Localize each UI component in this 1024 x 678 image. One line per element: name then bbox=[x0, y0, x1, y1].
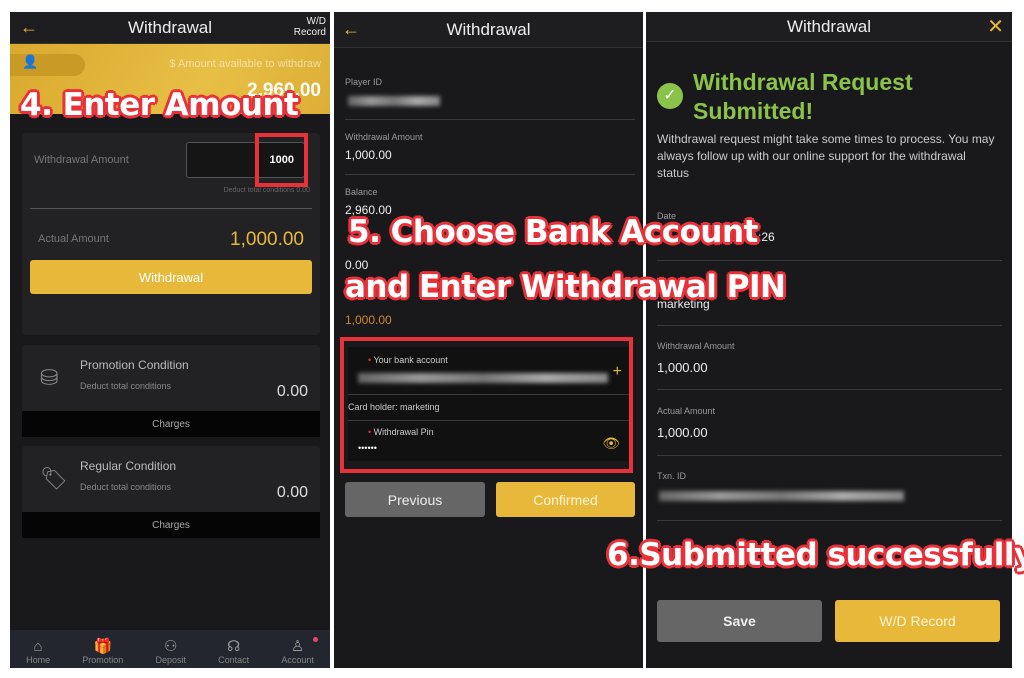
nav-label: Home bbox=[26, 655, 51, 665]
condition-title: Promotion Condition bbox=[80, 358, 189, 372]
nav-label: Deposit bbox=[155, 655, 186, 665]
annotation-box-amount bbox=[255, 133, 308, 187]
confirm-button[interactable]: Confirmed bbox=[496, 482, 635, 517]
page-title: Withdrawal bbox=[446, 19, 531, 39]
withdrawal-amount-label: Withdrawal Amount bbox=[657, 341, 735, 351]
withdrawal-amount-label: Withdrawal Amount bbox=[34, 154, 129, 166]
header: Withdrawal ✕ bbox=[646, 12, 1012, 42]
actual-amount-label: Actual Amount bbox=[38, 233, 109, 245]
user-icon: ♙ bbox=[290, 638, 305, 655]
nav-label: Account bbox=[281, 655, 314, 665]
previous-button[interactable]: Previous bbox=[345, 482, 485, 517]
annotation-box-bank bbox=[340, 337, 633, 473]
notification-dot bbox=[312, 637, 318, 642]
deduct-note: Deduct total conditions 0.00 bbox=[223, 187, 310, 194]
record-line1: W/D bbox=[306, 16, 326, 27]
withdrawal-amount-value: 1,000.00 bbox=[345, 148, 392, 162]
page-title: Withdrawal bbox=[127, 17, 213, 37]
condition-subtitle: Deduct total conditions bbox=[80, 381, 172, 391]
actual-amount-value: 1,000.00 bbox=[345, 313, 392, 327]
user-icon: 👤 bbox=[22, 54, 39, 69]
nav-label: Promotion bbox=[82, 655, 124, 665]
condition-value: 0.00 bbox=[276, 383, 308, 400]
annotation-step6: 6.Submitted successfully bbox=[607, 537, 1024, 573]
player-id-label: Player ID bbox=[345, 77, 383, 87]
gift-icon: 🎁 bbox=[93, 638, 113, 655]
tag-icon: 🏷 bbox=[40, 466, 68, 491]
back-arrow-icon[interactable]: ← bbox=[342, 19, 360, 40]
coins-dollar-icon: ⛁ bbox=[40, 365, 59, 390]
condition-title: Regular Condition bbox=[80, 459, 177, 473]
actual-amount-label: Actual Amount bbox=[657, 406, 716, 416]
close-icon[interactable]: ✕ bbox=[987, 14, 1004, 39]
home-icon: ⌂ bbox=[33, 638, 43, 655]
charges-button[interactable]: Charges bbox=[22, 512, 320, 538]
page-title: Withdrawal bbox=[786, 16, 872, 36]
nav-home[interactable]: ⌂ Home bbox=[26, 638, 50, 665]
wd-record-link[interactable]: W/D Record bbox=[294, 16, 326, 38]
nav-contact[interactable]: ☊ Contact bbox=[218, 637, 249, 665]
regular-condition-card: 🏷 Regular Condition Deduct total conditi… bbox=[22, 446, 320, 538]
charges-button[interactable]: Charges bbox=[22, 411, 320, 437]
success-title-line2: Submitted! bbox=[693, 98, 814, 124]
condition-value: 0.00 bbox=[276, 484, 308, 501]
deposit-icon: ⚇ bbox=[164, 638, 178, 655]
txn-id-value-blurred bbox=[659, 491, 904, 501]
success-title-line1: Withdrawal Request bbox=[693, 69, 913, 95]
nav-account[interactable]: ♙ Account bbox=[281, 637, 318, 665]
header: ← Withdrawal bbox=[334, 12, 643, 48]
promotion-condition-card: ⛁ Promotion Condition Deduct total condi… bbox=[22, 345, 320, 437]
annotation-step4: 4. Enter Amount bbox=[20, 87, 299, 123]
user-pill: 👤 bbox=[10, 54, 85, 76]
annotation-step5-line1: 5. Choose Bank Account bbox=[348, 214, 758, 250]
nav-label: Contact bbox=[218, 655, 250, 665]
wd-record-button[interactable]: W/D Record bbox=[835, 600, 1000, 642]
condition-subtitle: Deduct total conditions bbox=[80, 482, 172, 492]
available-label: $ Amount available to withdraw bbox=[169, 58, 321, 70]
success-message: Withdrawal request might take some times… bbox=[657, 132, 995, 180]
balance-label: Balance bbox=[345, 187, 378, 197]
withdrawal-amount-value: 1,000.00 bbox=[657, 360, 708, 375]
nav-promotion[interactable]: 🎁 Promotion bbox=[82, 637, 123, 665]
success-check-icon: ✓ bbox=[657, 83, 683, 109]
withdrawal-button[interactable]: Withdrawal bbox=[30, 260, 312, 294]
withdrawal-amount-label: Withdrawal Amount bbox=[345, 132, 423, 142]
actual-amount-value: 1,000.00 bbox=[230, 229, 304, 250]
header: ← Withdrawal W/D Record bbox=[10, 12, 330, 44]
nav-deposit[interactable]: ⚇ Deposit bbox=[155, 637, 186, 665]
actual-amount-value: 1,000.00 bbox=[657, 425, 708, 440]
back-arrow-icon[interactable]: ← bbox=[20, 17, 38, 38]
headset-icon: ☊ bbox=[227, 638, 241, 655]
player-id-value-blurred bbox=[348, 96, 440, 106]
available-label-text: Amount available to withdraw bbox=[177, 58, 321, 70]
success-title: Withdrawal Request Submitted! bbox=[693, 68, 913, 126]
save-button[interactable]: Save bbox=[657, 600, 822, 642]
txn-id-label: Txn. ID bbox=[657, 471, 687, 481]
annotation-step5-line2: and Enter Withdrawal PIN bbox=[345, 269, 786, 305]
record-line2: Record bbox=[293, 27, 326, 38]
bottom-nav: ⌂ Home 🎁 Promotion ⚇ Deposit ☊ Contact ♙ Acco… bbox=[10, 630, 330, 668]
